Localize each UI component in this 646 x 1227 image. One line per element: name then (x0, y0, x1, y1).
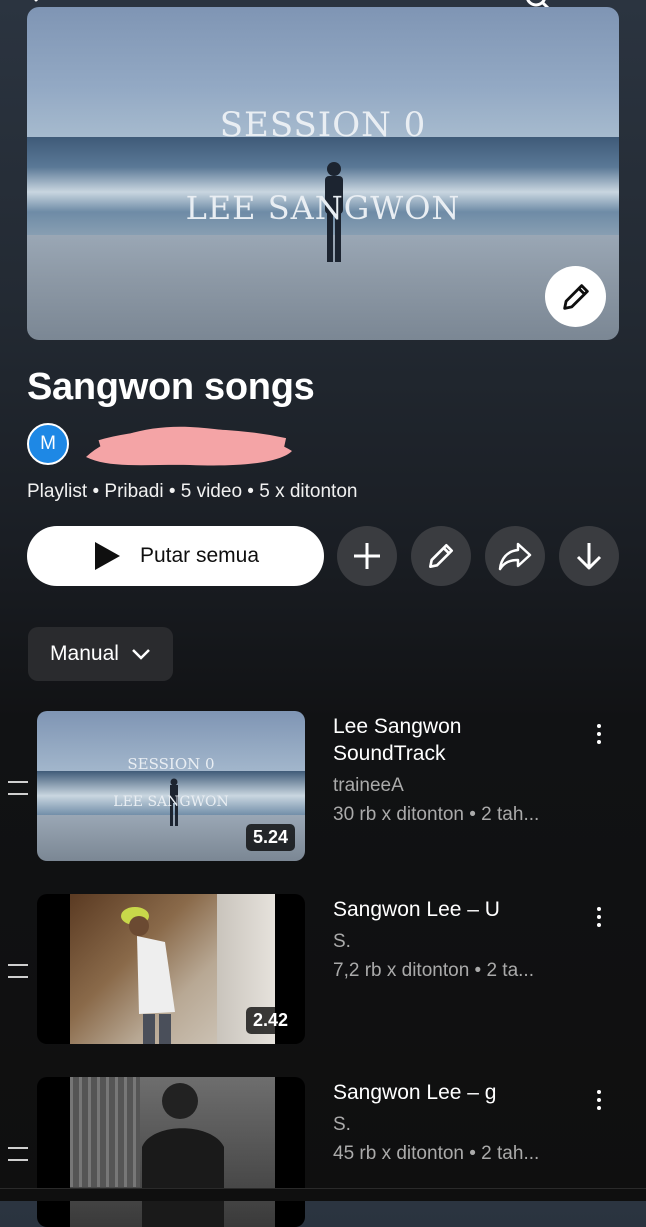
share-button[interactable] (485, 526, 545, 586)
video-thumbnail[interactable] (37, 1077, 305, 1227)
video-title[interactable]: Sangwon Lee – g (333, 1079, 573, 1106)
thumb-text-line1: SESSION 0 (127, 755, 215, 773)
play-icon (94, 542, 120, 570)
video-duration: 5.24 (245, 824, 295, 851)
video-duration: 2.42 (245, 1007, 295, 1034)
more-vert-icon[interactable] (596, 724, 602, 744)
video-thumbnail[interactable]: 2.42 (37, 894, 305, 1044)
chevron-down-icon (132, 649, 150, 660)
drag-handle-icon[interactable] (8, 964, 28, 978)
more-vert-icon[interactable] (596, 1090, 602, 1110)
edit-playlist-button[interactable] (411, 526, 471, 586)
video-stats: 45 rb x ditonton • 2 tah... (333, 1143, 540, 1164)
playlist-cover: SESSION 0 LEE SANGWON (27, 7, 619, 340)
sort-label: Manual (50, 642, 119, 665)
video-thumbnail[interactable]: SESSION 0 LEE SANGWON 5.24 (37, 711, 305, 861)
video-channel: traineeA (333, 775, 404, 796)
owner-avatar[interactable]: M (27, 423, 69, 465)
share-icon (498, 542, 532, 571)
thumb-text-line2: LEE SANGWON (113, 794, 229, 810)
drag-handle-icon[interactable] (8, 781, 28, 795)
more-vert-icon[interactable] (596, 907, 602, 927)
drag-handle-icon[interactable] (8, 1147, 28, 1161)
video-title-line2: SoundTrack (333, 742, 446, 765)
video-list-item[interactable]: SESSION 0 LEE SANGWON 5.24 Lee Sangwon S… (0, 711, 646, 861)
playlist-meta: Playlist • Pribadi • 5 video • 5 x diton… (27, 481, 358, 502)
redacted-owner-name (86, 426, 292, 466)
video-title[interactable]: Lee Sangwon SoundTrack (333, 713, 573, 767)
video-stats: 30 rb x ditonton • 2 tah... (333, 804, 540, 825)
video-channel: S. (333, 1114, 351, 1135)
pencil-icon (562, 283, 589, 310)
cover-title-line1: SESSION 0 (219, 105, 427, 145)
video-channel: S. (333, 931, 351, 952)
cover-title-line2: LEE SANGWON (185, 189, 461, 227)
edit-cover-button[interactable] (545, 266, 606, 327)
play-all-button[interactable]: Putar semua (27, 526, 324, 586)
play-all-label: Putar semua (139, 544, 260, 567)
edit-icon (429, 544, 453, 568)
add-to-button[interactable] (337, 526, 397, 586)
thumb-person-figure (121, 907, 175, 1044)
add-icon (354, 543, 380, 569)
video-stats: 7,2 rb x ditonton • 2 ta... (333, 960, 534, 981)
video-list-item[interactable]: Sangwon Lee – g S. 45 rb x ditonton • 2 … (0, 1077, 646, 1227)
sort-dropdown[interactable]: Manual (28, 627, 173, 681)
video-list-item[interactable]: 2.42 Sangwon Lee – U S. 7,2 rb x ditonto… (0, 894, 646, 1044)
download-icon (576, 543, 602, 570)
thumb-person-figure (142, 1083, 224, 1227)
video-title-line1: Lee Sangwon (333, 715, 462, 738)
bottom-navigation-bar (0, 1188, 646, 1201)
download-button[interactable] (559, 526, 619, 586)
playlist-title: Sangwon songs (27, 366, 315, 408)
video-title[interactable]: Sangwon Lee – U (333, 896, 573, 923)
